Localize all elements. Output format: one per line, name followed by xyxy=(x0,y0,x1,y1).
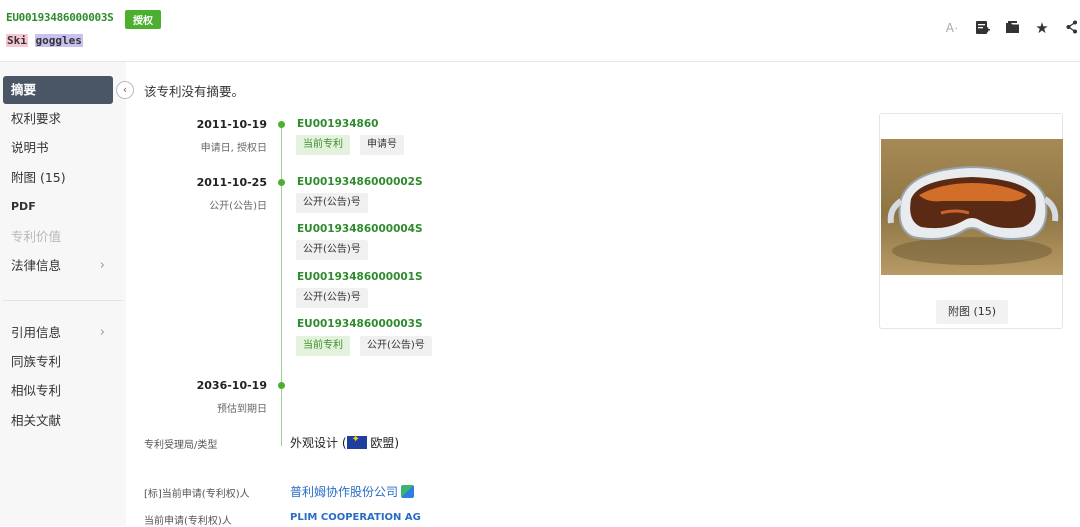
sidebar-item-figures[interactable]: 附图 (15) xyxy=(3,164,113,192)
field-value-text: 欧盟) xyxy=(366,436,399,450)
timeline-dot xyxy=(278,121,285,128)
sidebar-item-description[interactable]: 说明书 xyxy=(3,134,113,162)
add-note-icon[interactable] xyxy=(974,20,990,36)
sidebar-item-patent-value: 专利价值 xyxy=(11,229,62,244)
sidebar-item-family[interactable]: 同族专利 xyxy=(3,348,113,376)
application-number-tag: 申请号 xyxy=(360,135,404,155)
sidebar-item-pdf[interactable]: PDF xyxy=(3,193,113,221)
patent-title: Ski goggles xyxy=(6,34,83,47)
sidebar-item-abstract[interactable]: 摘要 xyxy=(3,76,113,104)
main-content: 该专利没有摘要。 2011-10-19 申请日, 授权日 EU001934860… xyxy=(126,62,1080,527)
sidebar-nav: 摘要 权利要求 说明书 附图 (15) PDF 专利价值 法律信息 › 引用信息… xyxy=(0,62,126,526)
timeline-date: 2036-10-19 xyxy=(196,379,267,392)
company-badge-icon xyxy=(401,485,415,498)
timeline-dot xyxy=(278,382,285,389)
field-value-office-type: 外观设计 ( 欧盟) xyxy=(290,434,399,451)
sidebar-divider xyxy=(3,300,123,301)
title-word-ski: Ski xyxy=(6,34,28,47)
page-header: EU00193486000003S 授权 Ski goggles A⁺ ★ xyxy=(0,0,1080,62)
folder-icon[interactable] xyxy=(1004,20,1020,36)
publication-number-tag: 公开(公告)号 xyxy=(296,193,368,213)
timeline-line xyxy=(281,126,282,446)
share-icon[interactable] xyxy=(1064,20,1080,36)
field-label-office-type: 专利受理局/类型 xyxy=(144,440,218,451)
timeline-dot xyxy=(278,179,285,186)
publication-number-tag: 公开(公告)号 xyxy=(296,288,368,308)
current-patent-tag: 当前专利 xyxy=(296,135,350,155)
figures-button[interactable]: 附图 (15) xyxy=(936,300,1009,324)
star-icon[interactable]: ★ xyxy=(1034,20,1050,36)
application-number[interactable]: EU001934860 xyxy=(297,118,378,130)
eu-flag-icon xyxy=(346,434,367,449)
status-badge: 授权 xyxy=(125,10,161,29)
sidebar-item-similar[interactable]: 相似专利 xyxy=(3,377,113,405)
field-label-applicant-std: [标]当前申请(专利权)人 xyxy=(144,489,250,500)
field-value-text: 外观设计 ( xyxy=(290,436,347,450)
publication-number-link[interactable]: EU00193486000001S xyxy=(297,271,423,283)
sidebar-item-legal-info[interactable]: 法律信息 › xyxy=(3,252,113,280)
sidebar-item-label: 法律信息 xyxy=(11,258,62,273)
field-value-applicant-std[interactable]: 普利姆协作股份公司 xyxy=(290,483,415,500)
publication-number-link[interactable]: EU00193486000004S xyxy=(297,223,423,235)
sidebar-item-label: 引用信息 xyxy=(11,325,62,340)
field-label-applicant: 当前申请(专利权)人 xyxy=(144,516,232,527)
timeline-date-label: 公开(公告)日 xyxy=(209,201,267,212)
publication-number-tag: 公开(公告)号 xyxy=(360,336,432,356)
chevron-right-icon: › xyxy=(99,325,105,340)
sidebar-item-related-docs[interactable]: 相关文献 xyxy=(3,407,113,435)
field-value-text[interactable]: 普利姆协作股份公司 xyxy=(290,485,398,499)
publication-number-link[interactable]: EU00193486000003S xyxy=(297,318,423,330)
ski-goggles-image[interactable] xyxy=(881,139,1063,275)
timeline-date: 2011-10-25 xyxy=(196,176,267,189)
current-patent-tag: 当前专利 xyxy=(296,336,350,356)
font-size-icon[interactable]: A⁺ xyxy=(944,20,960,36)
figure-card[interactable]: 附图 (15) xyxy=(879,113,1063,329)
title-word-goggles: goggles xyxy=(34,34,83,47)
no-abstract-text: 该专利没有摘要。 xyxy=(144,84,245,99)
timeline-date-label: 申请日, 授权日 xyxy=(200,143,267,154)
chevron-right-icon: › xyxy=(99,258,105,273)
sidebar-item-citations[interactable]: 引用信息 › xyxy=(3,319,113,347)
publication-number[interactable]: EU00193486000003S xyxy=(6,11,114,24)
sidebar-item-claims[interactable]: 权利要求 xyxy=(3,105,113,133)
timeline-date-label: 预估到期日 xyxy=(217,404,267,415)
toolbar: A⁺ ★ xyxy=(944,20,1080,36)
publication-number-link[interactable]: EU00193486000002S xyxy=(297,176,423,188)
field-value-applicant[interactable]: PLIM COOPERATION AG xyxy=(290,512,421,523)
timeline-date: 2011-10-19 xyxy=(196,118,267,131)
publication-number-tag: 公开(公告)号 xyxy=(296,240,368,260)
